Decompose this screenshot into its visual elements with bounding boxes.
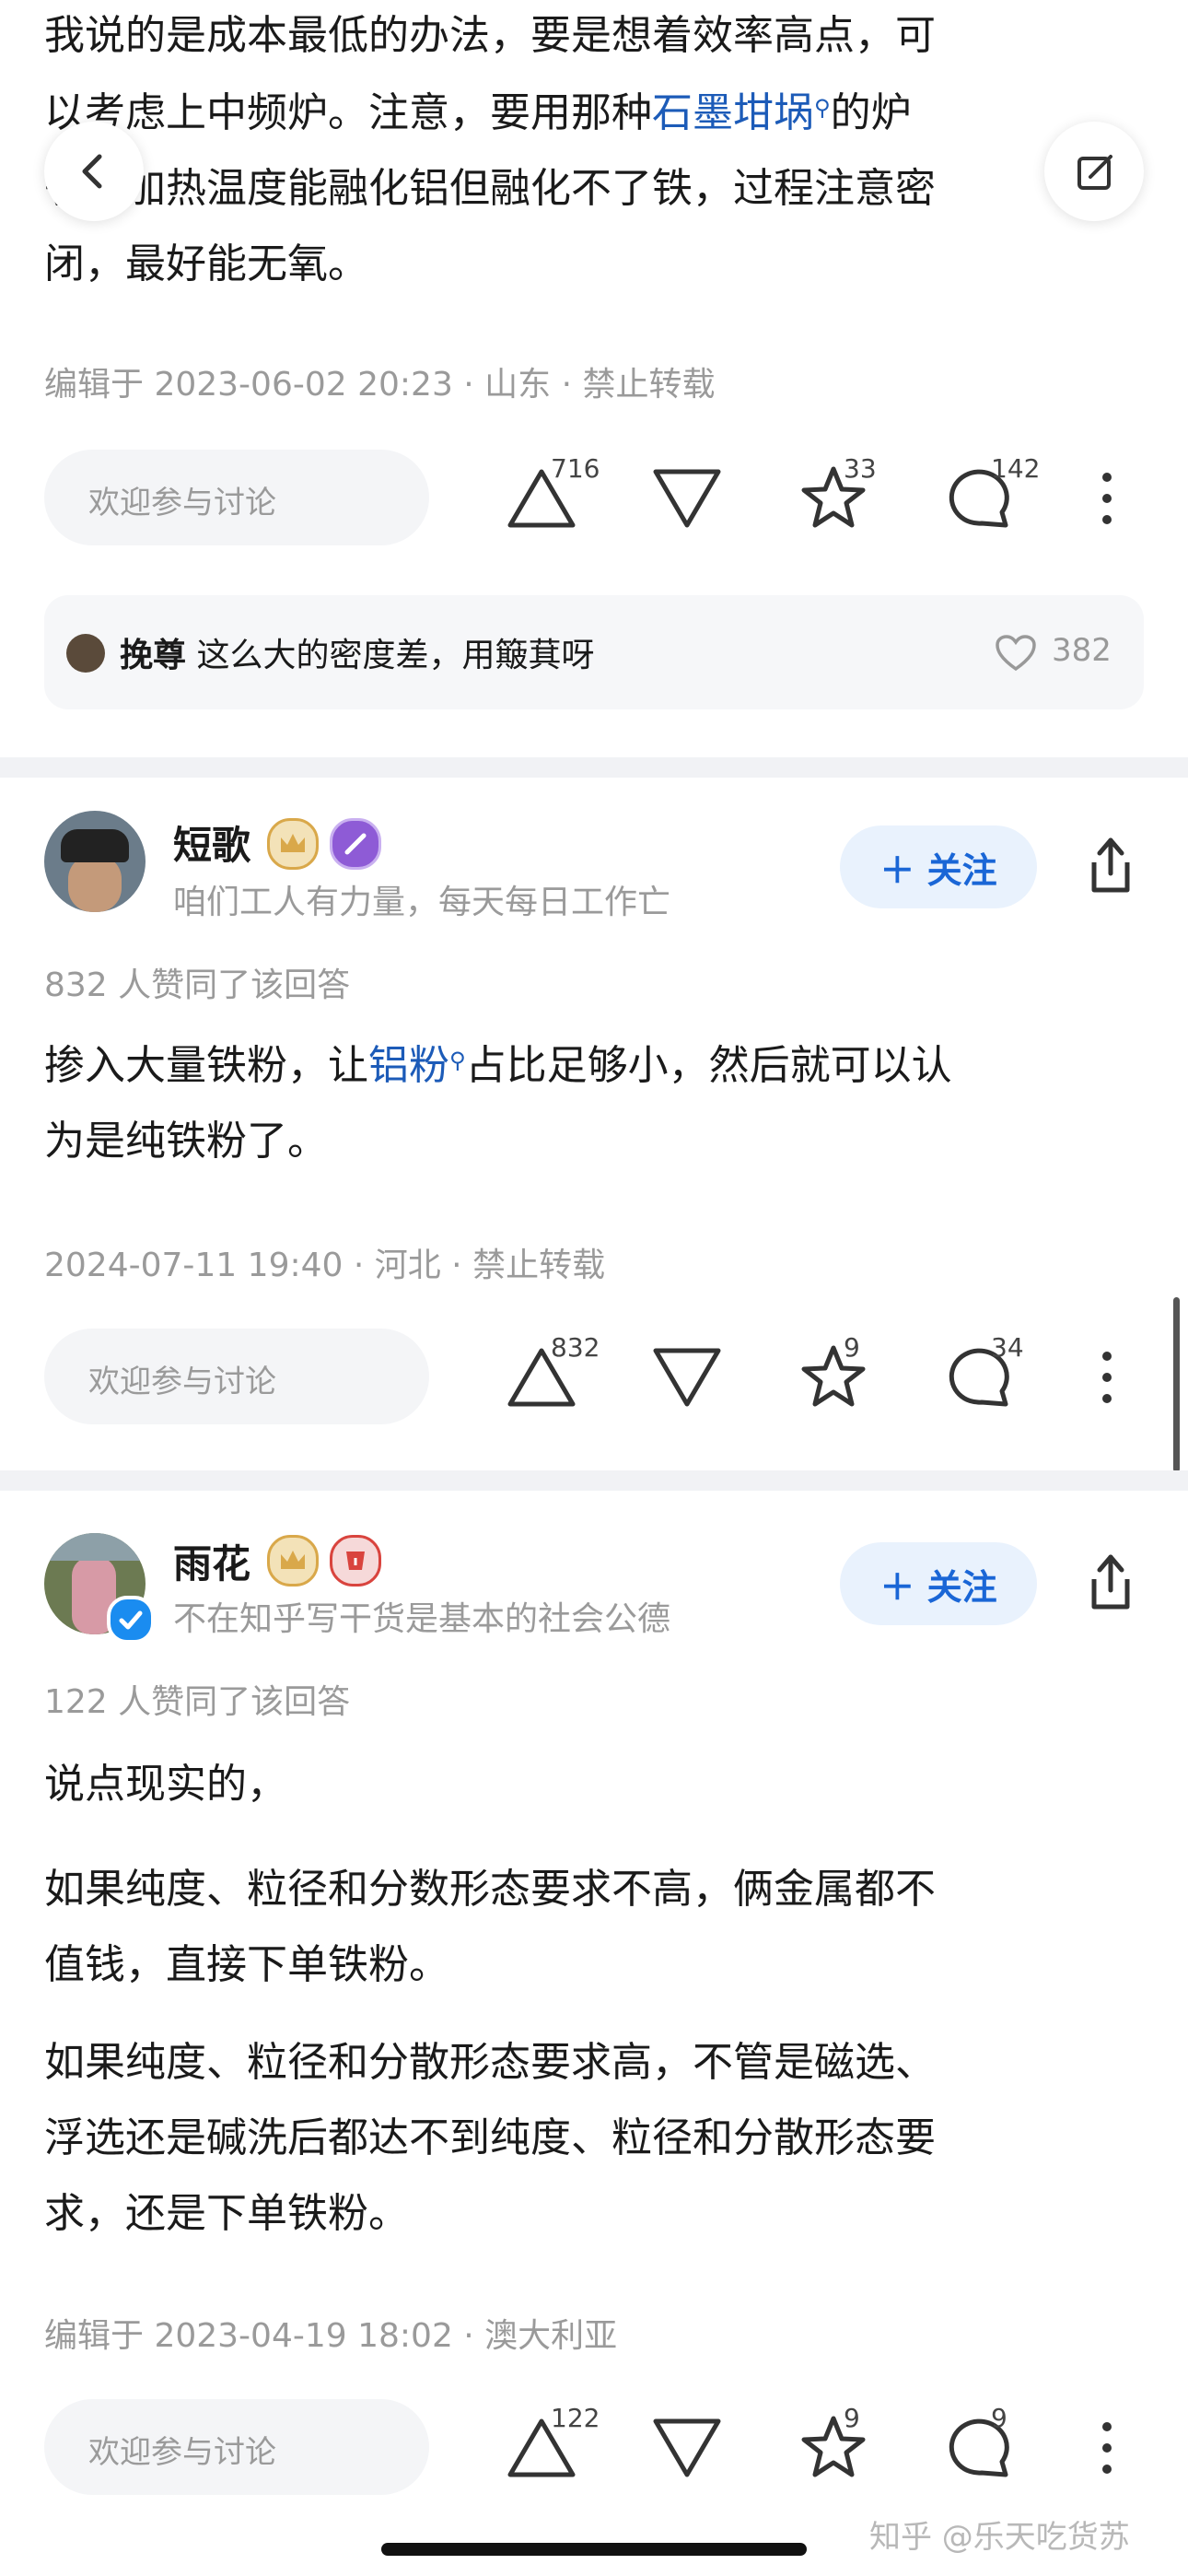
comment-count: 142 xyxy=(991,453,1041,484)
favorite-count: 33 xyxy=(844,453,877,484)
author-name[interactable]: 雨花 xyxy=(173,1533,250,1589)
answer1-line1: 我说的是成本最低的办法，要是想着效率高点，可 xyxy=(44,12,936,59)
home-indicator[interactable] xyxy=(381,2543,807,2556)
top-comment[interactable]: 挽尊 这么大的密度差，用簸萁呀 382 xyxy=(44,595,1144,709)
answer2-line1: 掺入大量铁粉，让铝粉⚲占比足够小，然后就可以认 xyxy=(44,1028,952,1104)
verified-icon xyxy=(107,1596,155,1644)
author-name[interactable]: 短歌 xyxy=(173,814,250,871)
top-comment-likes: 382 xyxy=(1052,632,1112,669)
follow-label: ＋ 关注 xyxy=(879,1567,997,1608)
answer1-line4: 闭，最好能无氧。 xyxy=(44,240,368,287)
comment-input-placeholder: 欢迎参与讨论 xyxy=(88,485,276,521)
answer-separator xyxy=(0,757,1188,778)
search-icon: ⚲ xyxy=(814,95,831,121)
answer1-line2: 以考虑上中频炉。注意，要用那种石墨坩埚⚲的炉 xyxy=(44,76,912,151)
downvote-icon[interactable] xyxy=(652,2416,722,2480)
agree-count: 832 人赞同了该回答 xyxy=(44,966,351,1004)
answer2-meta: 2024-07-11 19:40 · 河北 · 禁止转载 xyxy=(44,1247,606,1284)
author-bio: 不在知乎写干货是基本的社会公德 xyxy=(173,1600,671,1638)
answer1-meta: 编辑于 2023-06-02 20:23 · 山东 · 禁止转载 xyxy=(44,366,716,404)
follow-button[interactable]: ＋ 关注 xyxy=(840,1542,1037,1625)
back-button[interactable] xyxy=(44,122,144,221)
answer3-p3-line3: 求，还是下单铁粉。 xyxy=(44,2190,409,2237)
answer3-p3-line1: 如果纯度、粒径和分散形态要求高，不管是磁选、 xyxy=(44,2039,936,2086)
edit-button[interactable] xyxy=(1044,122,1144,221)
favorite-count: 9 xyxy=(844,2403,860,2433)
answer3-p3-line2: 浮选还是碱洗后都达不到纯度、粒径和分散形态要 xyxy=(44,2114,936,2161)
follow-button[interactable]: ＋ 关注 xyxy=(840,825,1037,908)
graphite-crucible-link[interactable]: 石墨坩埚 xyxy=(652,89,814,136)
share-icon[interactable] xyxy=(1083,1550,1138,1614)
answer3-p1: 说点现实的， xyxy=(44,1761,287,1808)
answer3-meta: 编辑于 2023-04-19 18:02 · 澳大利亚 xyxy=(44,2317,618,2355)
cup-badge-icon xyxy=(330,1535,381,1587)
top-comment-text: 挽尊 这么大的密度差，用簸萁呀 xyxy=(120,628,594,676)
crown-badge-icon xyxy=(267,1535,319,1587)
comment-input-placeholder: 欢迎参与讨论 xyxy=(88,2434,276,2471)
downvote-icon[interactable] xyxy=(652,1345,722,1410)
follow-label: ＋ 关注 xyxy=(879,850,997,891)
more-icon[interactable] xyxy=(1096,1349,1118,1406)
comment-count: 9 xyxy=(991,2403,1007,2433)
share-icon[interactable] xyxy=(1083,833,1138,897)
pen-badge-icon xyxy=(330,818,381,870)
chevron-left-icon xyxy=(82,154,102,189)
comment-count: 34 xyxy=(991,1332,1024,1363)
watermark: 知乎 @乐天吃货苏 xyxy=(869,2519,1130,2556)
upvote-count: 716 xyxy=(551,453,600,484)
comment-input-placeholder: 欢迎参与讨论 xyxy=(88,1364,276,1400)
answer-separator xyxy=(0,1470,1188,1491)
answer1-line2-tail: 的炉 xyxy=(830,89,912,136)
answer2-text-b: 占比足够小，然后就可以认 xyxy=(465,1042,952,1089)
favorite-count: 9 xyxy=(844,1332,860,1363)
comment-input[interactable]: 欢迎参与讨论 xyxy=(44,450,429,545)
avatar[interactable] xyxy=(44,811,146,912)
scrollbar[interactable] xyxy=(1173,1297,1180,1472)
comment-input[interactable]: 欢迎参与讨论 xyxy=(44,1329,429,1424)
answer3-p2-line1: 如果纯度、粒径和分数形态要求不高，俩金属都不 xyxy=(44,1866,936,1913)
agree-count: 122 人赞同了该回答 xyxy=(44,1683,351,1721)
top-comment-user: 挽尊 xyxy=(120,637,187,674)
answer2-text-a: 掺入大量铁粉，让 xyxy=(44,1042,368,1089)
answer3-p2-line2: 值钱，直接下单铁粉。 xyxy=(44,1941,449,1988)
more-icon[interactable] xyxy=(1096,470,1118,527)
search-icon: ⚲ xyxy=(449,1048,466,1073)
upvote-count: 832 xyxy=(551,1332,600,1363)
author-bio: 咱们工人有力量，每天每日工作亡 xyxy=(173,884,671,921)
downvote-icon[interactable] xyxy=(652,466,722,531)
more-icon[interactable] xyxy=(1096,2419,1118,2476)
avatar xyxy=(66,634,105,673)
top-comment-body: 这么大的密度差，用簸萁呀 xyxy=(196,637,595,674)
comment-input[interactable]: 欢迎参与讨论 xyxy=(44,2399,429,2495)
edit-icon xyxy=(1077,155,1112,190)
crown-badge-icon xyxy=(267,818,319,870)
upvote-count: 122 xyxy=(551,2403,600,2433)
aluminum-powder-link[interactable]: 铝粉 xyxy=(368,1042,449,1089)
answer2-line2: 为是纯铁粉了。 xyxy=(44,1118,328,1165)
heart-icon[interactable] xyxy=(995,634,1037,673)
answer1-line3: 子，加热温度能融化铝但融化不了铁，过程注意密 xyxy=(44,165,936,212)
